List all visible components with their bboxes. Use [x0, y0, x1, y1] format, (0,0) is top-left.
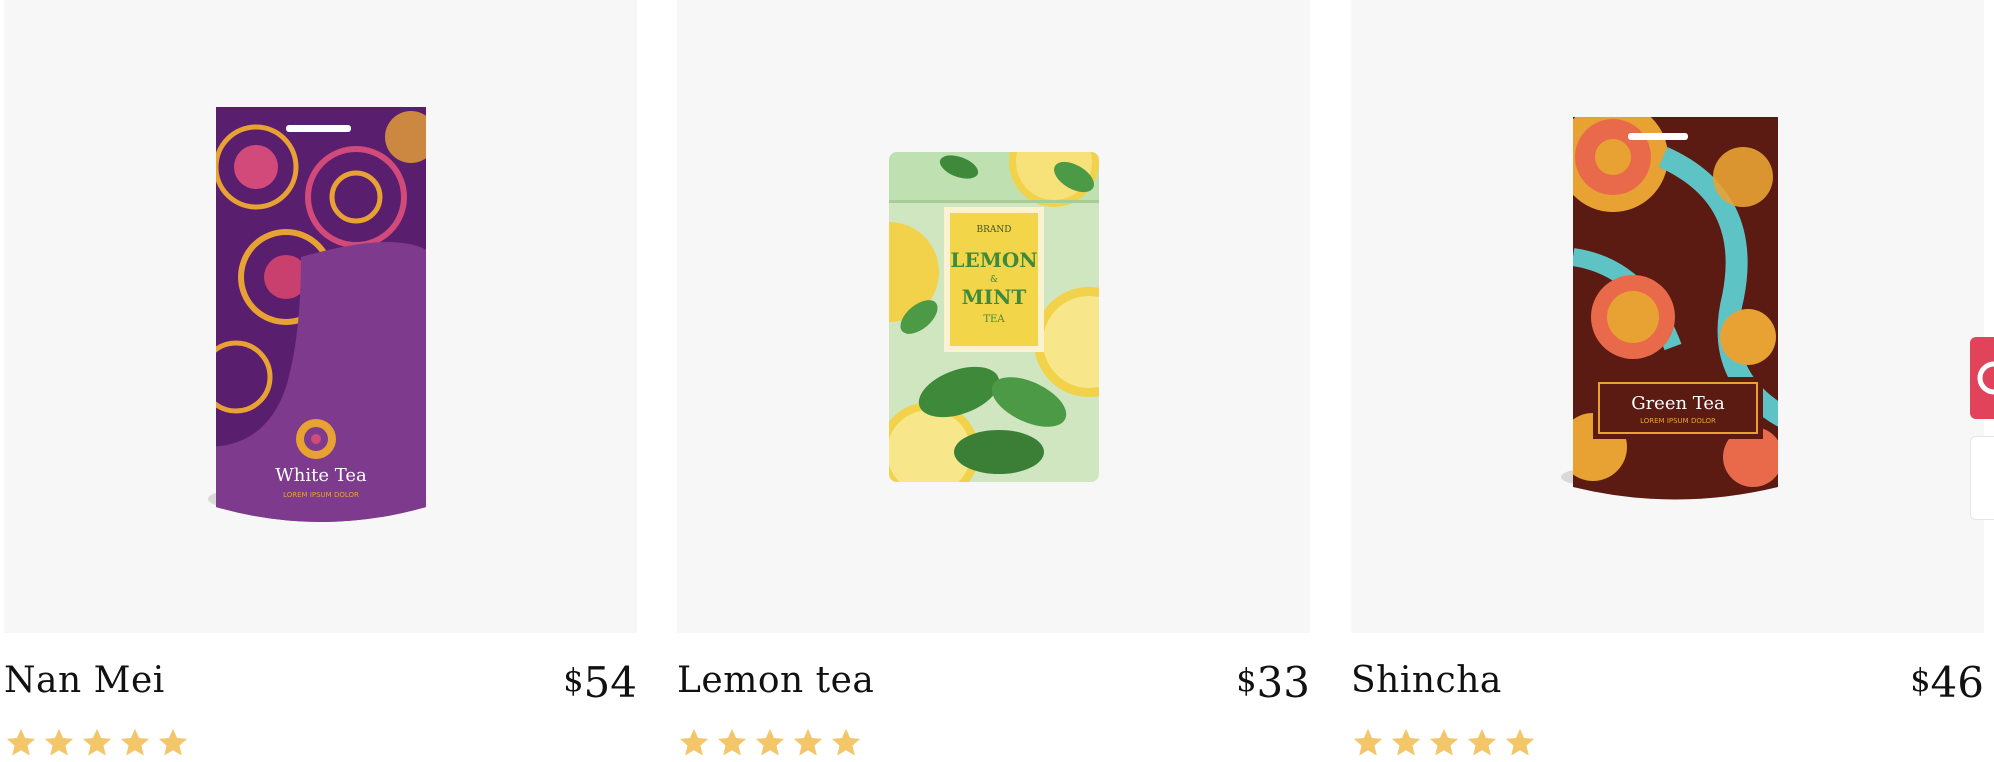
star-icon [1389, 726, 1423, 760]
product-image[interactable]: Green Tea LOREM IPSUM DOLOR [1351, 0, 1984, 633]
chat-icon [1977, 361, 1994, 395]
star-icon [80, 726, 114, 760]
star-rating [1351, 726, 1537, 760]
white-tea-pouch-image: White Tea LOREM IPSUM DOLOR [207, 106, 426, 522]
star-icon [753, 726, 787, 760]
pouch-label: White Tea [275, 465, 367, 486]
product-image[interactable]: White Tea LOREM IPSUM DOLOR [4, 0, 637, 633]
product-image[interactable]: BRAND LEMON & MINT TEA [677, 0, 1310, 633]
star-rating [4, 726, 190, 760]
star-rating [677, 726, 863, 760]
star-icon [42, 726, 76, 760]
price-currency: $ [1910, 661, 1931, 699]
product-price: $46 [1910, 658, 1984, 707]
tin-label-line3: TEA [983, 314, 1005, 325]
price-value: 33 [1256, 658, 1310, 707]
price-value: 46 [1930, 658, 1984, 707]
price-currency: $ [563, 661, 584, 699]
pouch-label: Green Tea [1631, 393, 1725, 414]
product-name[interactable]: Nan Mei [4, 660, 165, 701]
pouch-sublabel: LOREM IPSUM DOLOR [283, 491, 359, 499]
star-icon [1503, 726, 1537, 760]
green-tea-pouch-image: Green Tea LOREM IPSUM DOLOR [1560, 116, 1778, 499]
tin-label-line1: LEMON [950, 248, 1037, 272]
price-currency: $ [1236, 661, 1257, 699]
star-icon [715, 726, 749, 760]
star-icon [118, 726, 152, 760]
pouch-sublabel: LOREM IPSUM DOLOR [1640, 417, 1716, 425]
star-icon [1427, 726, 1461, 760]
star-icon [829, 726, 863, 760]
tin-brand: BRAND [976, 225, 1011, 235]
star-icon [156, 726, 190, 760]
star-icon [1351, 726, 1385, 760]
product-price: $54 [563, 658, 637, 707]
star-icon [1465, 726, 1499, 760]
floating-side-button[interactable] [1970, 337, 1994, 419]
tin-label-line2: MINT [961, 285, 1026, 309]
tin-label-amp: & [989, 275, 997, 285]
star-icon [4, 726, 38, 760]
star-icon [791, 726, 825, 760]
floating-side-panel-button[interactable] [1970, 436, 1994, 520]
product-price: $33 [1236, 658, 1310, 707]
lemon-mint-tin-image: BRAND LEMON & MINT TEA [888, 151, 1099, 482]
product-name[interactable]: Shincha [1351, 660, 1502, 701]
product-name[interactable]: Lemon tea [677, 660, 874, 701]
price-value: 54 [583, 658, 637, 707]
star-icon [677, 726, 711, 760]
